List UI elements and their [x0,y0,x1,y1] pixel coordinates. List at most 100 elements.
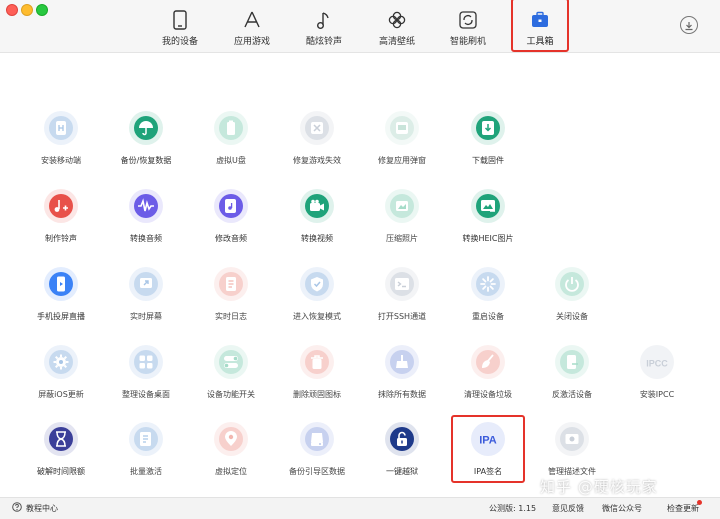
tool-download-box[interactable]: 下载固件 [446,111,530,181]
tool-label: 修复游戏失效 [293,156,341,165]
tool-eraser[interactable]: 抹除所有数据 [360,345,444,415]
tool-toggle[interactable]: 设备功能开关 [189,345,273,415]
tool-music-add[interactable]: 制作铃声 [19,189,103,259]
flower-icon [386,9,408,31]
gear-icon [44,345,78,379]
tool-broom[interactable]: 清理设备垃圾 [446,345,530,415]
ipcc-icon: IPCC [640,345,674,379]
video-camera-icon [300,189,334,223]
tool-audio-file[interactable]: 修改音频 [189,189,273,259]
photo-convert-icon [471,189,505,223]
music-add-icon [44,189,78,223]
close-window-button[interactable] [6,4,18,16]
tab-my-device[interactable]: 我的设备 [144,0,216,52]
shield-icon [300,267,334,301]
tool-label: 破解时间限额 [37,467,85,476]
tool-usb-battery[interactable]: 虚拟U盘 [189,111,273,181]
photo-compress-icon [385,189,419,223]
tool-hourglass[interactable]: 破解时间限额 [19,422,103,492]
tool-umbrella[interactable]: 备份/恢复数据 [104,111,188,181]
tab-ringtones[interactable]: 酷炫铃声 [288,0,360,52]
tool-label: 手机投屏直播 [37,312,85,321]
tool-log-file[interactable]: 实时日志 [189,267,273,337]
tool-grid[interactable]: 整理设备桌面 [104,345,188,415]
tool-label: 反激活设备 [552,390,592,399]
tool-label: 转换HEIC图片 [462,234,514,243]
tool-label: 实时屏幕 [130,312,162,321]
active-tab-highlight [511,0,569,52]
download-icon [684,16,694,35]
tab-wallpapers[interactable]: 高清壁纸 [361,0,433,52]
phone-icon [169,9,191,31]
tool-phone-deactivate[interactable]: 反激活设备 [530,345,614,415]
batch-activate-icon [129,422,163,456]
tool-label: 修改音频 [215,234,247,243]
tool-label: 屏蔽iOS更新 [38,390,84,399]
tool-label: 修复应用弹窗 [378,156,426,165]
tool-shield[interactable]: 进入恢复模式 [275,267,359,337]
tool-app-popup[interactable]: 修复应用弹窗 [360,111,444,181]
tab-label: 智能刷机 [449,37,486,47]
spinner-icon [471,267,505,301]
minimize-window-button[interactable] [21,4,33,16]
tab-smart-flash[interactable]: 智能刷机 [432,0,504,52]
tool-spinner[interactable]: 重启设备 [446,267,530,337]
toggle-icon [214,345,248,379]
tab-apps-games[interactable]: 应用游戏 [216,0,288,52]
broom-icon [471,345,505,379]
tool-label: 整理设备桌面 [122,390,170,399]
status-bar: 教程中心 公测版: 1.15 意见反馈 微信公众号 检查更新 [0,497,720,519]
maximize-window-button[interactable] [36,4,48,16]
screen-share-icon [129,267,163,301]
tool-trash[interactable]: 删除顽固图标 [275,345,359,415]
tool-label: 转换视频 [301,234,333,243]
tool-location-pin[interactable]: 虚拟定位 [189,422,273,492]
tool-label: 清理设备垃圾 [464,390,512,399]
tool-video-camera[interactable]: 转换视频 [275,189,359,259]
feedback-link[interactable]: 意见反馈 [552,503,584,514]
tool-label: 设备功能开关 [207,390,255,399]
help-icon [12,502,22,514]
download-manager-button[interactable] [680,16,698,34]
terminal-icon [385,267,419,301]
log-file-icon [214,267,248,301]
tool-photo-convert[interactable]: 转换HEIC图片 [446,189,530,259]
eraser-icon [385,345,419,379]
tool-disk-backup[interactable]: 备份引导区数据 [275,422,359,492]
tool-label: 一键越狱 [386,467,418,476]
umbrella-icon [129,111,163,145]
tool-batch-activate[interactable]: 批量激活 [104,422,188,492]
ipa-sign-highlight [451,415,525,483]
wechat-link[interactable]: 微信公众号 [602,503,642,514]
tool-wrench[interactable]: 修复游戏失效 [275,111,359,181]
tool-ipcc[interactable]: IPCC 安装IPCC [615,345,699,415]
disk-backup-icon [300,422,334,456]
tool-label: 删除顽固图标 [293,390,341,399]
tool-terminal[interactable]: 打开SSH通道 [360,267,444,337]
tool-screen-share[interactable]: 实时屏幕 [104,267,188,337]
phone-deactivate-icon [555,345,589,379]
tool-label: 压缩照片 [386,234,418,243]
tool-label: 实时日志 [215,312,247,321]
tool-photo-compress[interactable]: 压缩照片 [360,189,444,259]
check-update-link[interactable]: 检查更新 [667,503,699,514]
tool-waveform[interactable]: 转换音频 [104,189,188,259]
audio-file-icon [214,189,248,223]
tool-label: 关闭设备 [556,312,588,321]
tool-gear[interactable]: 屏蔽iOS更新 [19,345,103,415]
tutorial-center-link[interactable]: 教程中心 [12,502,58,514]
tab-label: 酷炫铃声 [305,37,342,47]
trash-icon [300,345,334,379]
svg-text:IPCC: IPCC [646,359,668,369]
top-toolbar: 我的设备 应用游戏 酷炫铃声 高清壁纸 智能刷机 工具箱 [0,0,720,53]
tool-power[interactable]: 关闭设备 [530,267,614,337]
app-store-icon [241,9,263,31]
tool-phone-screen[interactable]: 手机投屏直播 [19,267,103,337]
tool-app-install[interactable]: 安装移动端 [19,111,103,181]
tab-label: 高清壁纸 [378,37,415,47]
tool-unlock[interactable]: 一键越狱 [360,422,444,492]
wrench-icon [300,111,334,145]
phone-screen-icon [44,267,78,301]
power-icon [555,267,589,301]
tool-label: 虚拟定位 [215,467,247,476]
